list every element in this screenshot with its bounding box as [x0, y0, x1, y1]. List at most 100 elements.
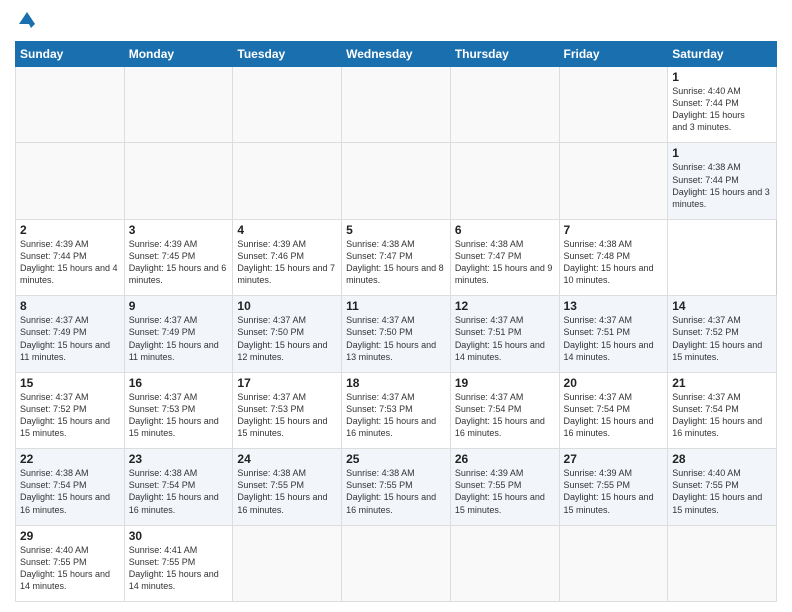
day-info: Sunrise: 4:38 AMSunset: 7:54 PMDaylight:… — [129, 467, 229, 516]
day-info: Sunrise: 4:37 AMSunset: 7:54 PMDaylight:… — [455, 391, 555, 440]
calendar-day-cell: 1Sunrise: 4:40 AMSunset: 7:44 PMDaylight… — [668, 67, 777, 143]
day-number: 10 — [237, 299, 337, 313]
calendar-day-cell: 7Sunrise: 4:38 AMSunset: 7:48 PMDaylight… — [559, 219, 668, 295]
calendar-week-row: 2Sunrise: 4:39 AMSunset: 7:44 PMDaylight… — [16, 219, 777, 295]
calendar-day-cell: 15Sunrise: 4:37 AMSunset: 7:52 PMDayligh… — [16, 372, 125, 448]
calendar-week-row: 1Sunrise: 4:40 AMSunset: 7:44 PMDaylight… — [16, 67, 777, 143]
calendar-day-cell: 26Sunrise: 4:39 AMSunset: 7:55 PMDayligh… — [450, 449, 559, 525]
calendar-empty-cell — [124, 67, 233, 143]
day-info: Sunrise: 4:38 AMSunset: 7:44 PMDaylight:… — [672, 161, 772, 210]
day-number: 8 — [20, 299, 120, 313]
day-number: 25 — [346, 452, 446, 466]
calendar-day-cell: 1Sunrise: 4:38 AMSunset: 7:44 PMDaylight… — [668, 143, 777, 219]
day-info: Sunrise: 4:37 AMSunset: 7:53 PMDaylight:… — [237, 391, 337, 440]
day-number: 30 — [129, 529, 229, 543]
day-number: 15 — [20, 376, 120, 390]
day-info: Sunrise: 4:40 AMSunset: 7:55 PMDaylight:… — [20, 544, 120, 593]
calendar-day-cell: 29Sunrise: 4:40 AMSunset: 7:55 PMDayligh… — [16, 525, 125, 601]
calendar-day-cell — [124, 143, 233, 219]
calendar-day-cell: 13Sunrise: 4:37 AMSunset: 7:51 PMDayligh… — [559, 296, 668, 372]
calendar-header-row: SundayMondayTuesdayWednesdayThursdayFrid… — [16, 42, 777, 67]
day-number: 17 — [237, 376, 337, 390]
day-number: 4 — [237, 223, 337, 237]
calendar-day-cell: 23Sunrise: 4:38 AMSunset: 7:54 PMDayligh… — [124, 449, 233, 525]
day-number: 19 — [455, 376, 555, 390]
calendar-day-cell: 4Sunrise: 4:39 AMSunset: 7:46 PMDaylight… — [233, 219, 342, 295]
calendar-day-cell — [233, 525, 342, 601]
calendar-day-cell: 25Sunrise: 4:38 AMSunset: 7:55 PMDayligh… — [342, 449, 451, 525]
day-info: Sunrise: 4:37 AMSunset: 7:52 PMDaylight:… — [672, 314, 772, 363]
calendar-empty-cell — [342, 67, 451, 143]
calendar-day-cell — [450, 143, 559, 219]
day-info: Sunrise: 4:37 AMSunset: 7:50 PMDaylight:… — [237, 314, 337, 363]
day-number: 6 — [455, 223, 555, 237]
day-info: Sunrise: 4:39 AMSunset: 7:55 PMDaylight:… — [564, 467, 664, 516]
day-info: Sunrise: 4:39 AMSunset: 7:44 PMDaylight:… — [20, 238, 120, 287]
calendar-day-cell: 3Sunrise: 4:39 AMSunset: 7:45 PMDaylight… — [124, 219, 233, 295]
calendar-day-cell: 6Sunrise: 4:38 AMSunset: 7:47 PMDaylight… — [450, 219, 559, 295]
calendar-day-cell: 9Sunrise: 4:37 AMSunset: 7:49 PMDaylight… — [124, 296, 233, 372]
day-number: 22 — [20, 452, 120, 466]
day-number: 11 — [346, 299, 446, 313]
calendar-day-cell — [16, 143, 125, 219]
calendar-day-cell — [559, 143, 668, 219]
calendar-day-header: Friday — [559, 42, 668, 67]
calendar-day-cell: 20Sunrise: 4:37 AMSunset: 7:54 PMDayligh… — [559, 372, 668, 448]
day-info: Sunrise: 4:38 AMSunset: 7:55 PMDaylight:… — [237, 467, 337, 516]
day-info: Sunrise: 4:37 AMSunset: 7:50 PMDaylight:… — [346, 314, 446, 363]
day-info: Sunrise: 4:39 AMSunset: 7:46 PMDaylight:… — [237, 238, 337, 287]
day-info: Sunrise: 4:37 AMSunset: 7:49 PMDaylight:… — [20, 314, 120, 363]
day-info: Sunrise: 4:40 AMSunset: 7:44 PMDaylight:… — [672, 85, 772, 134]
calendar-day-cell: 8Sunrise: 4:37 AMSunset: 7:49 PMDaylight… — [16, 296, 125, 372]
day-info: Sunrise: 4:40 AMSunset: 7:55 PMDaylight:… — [672, 467, 772, 516]
day-number: 16 — [129, 376, 229, 390]
day-number: 9 — [129, 299, 229, 313]
calendar-day-header: Wednesday — [342, 42, 451, 67]
calendar-day-cell: 28Sunrise: 4:40 AMSunset: 7:55 PMDayligh… — [668, 449, 777, 525]
day-number: 27 — [564, 452, 664, 466]
calendar-day-cell: 14Sunrise: 4:37 AMSunset: 7:52 PMDayligh… — [668, 296, 777, 372]
day-number: 7 — [564, 223, 664, 237]
calendar-day-header: Thursday — [450, 42, 559, 67]
day-number: 20 — [564, 376, 664, 390]
calendar-day-cell — [668, 525, 777, 601]
calendar-week-row: 15Sunrise: 4:37 AMSunset: 7:52 PMDayligh… — [16, 372, 777, 448]
day-number: 26 — [455, 452, 555, 466]
calendar-day-cell: 5Sunrise: 4:38 AMSunset: 7:47 PMDaylight… — [342, 219, 451, 295]
day-number: 5 — [346, 223, 446, 237]
day-number: 2 — [20, 223, 120, 237]
calendar-day-cell — [342, 525, 451, 601]
calendar-day-cell: 27Sunrise: 4:39 AMSunset: 7:55 PMDayligh… — [559, 449, 668, 525]
calendar-day-cell — [233, 143, 342, 219]
day-number: 14 — [672, 299, 772, 313]
calendar-day-cell — [342, 143, 451, 219]
calendar-day-cell — [559, 525, 668, 601]
logo-icon — [17, 10, 37, 30]
day-info: Sunrise: 4:37 AMSunset: 7:51 PMDaylight:… — [455, 314, 555, 363]
day-number: 23 — [129, 452, 229, 466]
calendar-day-cell: 30Sunrise: 4:41 AMSunset: 7:55 PMDayligh… — [124, 525, 233, 601]
day-number: 1 — [672, 70, 772, 84]
calendar-day-cell: 16Sunrise: 4:37 AMSunset: 7:53 PMDayligh… — [124, 372, 233, 448]
day-number: 29 — [20, 529, 120, 543]
calendar-day-cell: 21Sunrise: 4:37 AMSunset: 7:54 PMDayligh… — [668, 372, 777, 448]
calendar-empty-cell — [233, 67, 342, 143]
calendar-week-row: 22 Sunrise: 4:38 AMSunset: 7:54 PMDayligh… — [16, 449, 777, 525]
day-number: 21 — [672, 376, 772, 390]
calendar-day-cell: 19Sunrise: 4:37 AMSunset: 7:54 PMDayligh… — [450, 372, 559, 448]
calendar-day-cell — [450, 525, 559, 601]
calendar-day-cell: 17Sunrise: 4:37 AMSunset: 7:53 PMDayligh… — [233, 372, 342, 448]
calendar-day-cell: 18Sunrise: 4:37 AMSunset: 7:53 PMDayligh… — [342, 372, 451, 448]
day-number: 28 — [672, 452, 772, 466]
calendar-day-header: Monday — [124, 42, 233, 67]
day-info: Sunrise: 4:39 AMSunset: 7:45 PMDaylight:… — [129, 238, 229, 287]
day-info: Sunrise: 4:39 AMSunset: 7:55 PMDaylight:… — [455, 467, 555, 516]
day-number: 18 — [346, 376, 446, 390]
page: SundayMondayTuesdayWednesdayThursdayFrid… — [0, 0, 792, 612]
calendar-empty-cell — [450, 67, 559, 143]
day-number: 3 — [129, 223, 229, 237]
day-info: Sunrise: 4:41 AMSunset: 7:55 PMDaylight:… — [129, 544, 229, 593]
calendar-day-cell: 10Sunrise: 4:37 AMSunset: 7:50 PMDayligh… — [233, 296, 342, 372]
day-number: 24 — [237, 452, 337, 466]
calendar-day-cell: 22Sunrise: 4:38 AMSunset: 7:54 PMDayligh… — [16, 449, 125, 525]
